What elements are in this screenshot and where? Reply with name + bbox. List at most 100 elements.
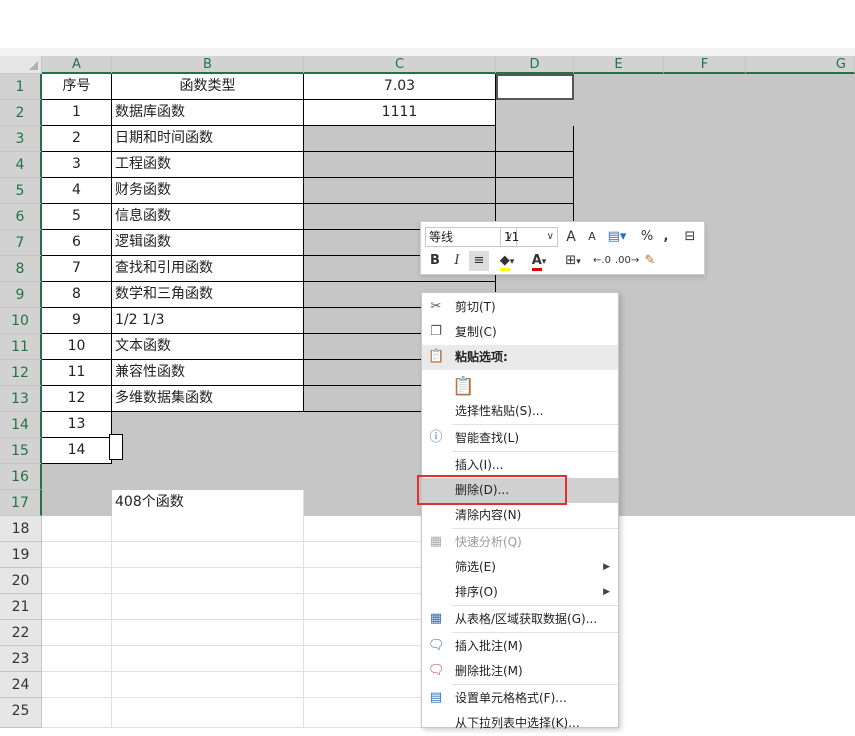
column-header-c[interactable]: C	[304, 56, 496, 74]
bold-button[interactable]: B	[427, 251, 443, 271]
cell[interactable]	[42, 672, 112, 698]
row-header[interactable]: 15	[0, 438, 42, 464]
row-header[interactable]: 8	[0, 256, 42, 282]
cell[interactable]	[42, 594, 112, 620]
percent-style-button[interactable]: %	[639, 227, 655, 247]
row-header[interactable]: 19	[0, 542, 42, 568]
menu-item-paste-special[interactable]: 选择性粘贴(S)...	[422, 399, 618, 424]
row-header[interactable]: 25	[0, 698, 42, 728]
row-header[interactable]: 14	[0, 412, 42, 438]
cell-a1[interactable]: 序号	[42, 74, 112, 100]
cell[interactable]	[112, 698, 304, 728]
cell-b4[interactable]: 工程函数	[112, 152, 304, 178]
cell-a12[interactable]: 11	[42, 360, 112, 386]
cell[interactable]	[112, 620, 304, 646]
select-all-corner[interactable]	[0, 56, 42, 74]
column-header-g[interactable]: G	[746, 56, 855, 74]
menu-item-format-cells[interactable]: ▤ 设置单元格格式(F)...	[422, 686, 618, 711]
cell-a3[interactable]: 2	[42, 126, 112, 152]
menu-item-pick-from-dropdown[interactable]: 从下拉列表中选择(K)...	[422, 711, 618, 730]
cell[interactable]	[112, 672, 304, 698]
column-header-a[interactable]: A	[42, 56, 112, 74]
row-header[interactable]: 12	[0, 360, 42, 386]
cell[interactable]	[112, 568, 304, 594]
active-cell-d1[interactable]	[496, 74, 574, 100]
cell[interactable]	[42, 568, 112, 594]
row-header[interactable]: 11	[0, 334, 42, 360]
cell-a2[interactable]: 1	[42, 100, 112, 126]
menu-item-copy[interactable]: ❐ 复制(C)	[422, 320, 618, 345]
menu-item-filter[interactable]: 筛选(E) ▶	[422, 555, 618, 580]
cell-a6[interactable]: 5	[42, 204, 112, 230]
merge-center-button[interactable]: ⊟	[681, 227, 699, 247]
menu-item-get-data-from-table[interactable]: ▦ 从表格/区域获取数据(G)...	[422, 607, 618, 632]
row-header[interactable]: 2	[0, 100, 42, 126]
menu-item-paste-default[interactable]: 📋	[422, 371, 618, 401]
cell[interactable]	[304, 126, 496, 152]
menu-item-cut[interactable]: ✂ 剪切(T)	[422, 295, 618, 320]
row-header[interactable]: 1	[0, 74, 42, 100]
comma-style-button[interactable]: ,	[659, 227, 673, 247]
cell-a15[interactable]: 14	[42, 438, 112, 464]
row-header[interactable]: 4	[0, 152, 42, 178]
cell[interactable]	[42, 542, 112, 568]
fill-color-button[interactable]: ◆▾	[493, 251, 521, 271]
column-header-b[interactable]: B	[112, 56, 304, 74]
cell[interactable]	[42, 698, 112, 728]
column-header-f[interactable]: F	[664, 56, 746, 74]
cell-a10[interactable]: 9	[42, 308, 112, 334]
cell-editor-box[interactable]	[109, 434, 123, 460]
font-size-dropdown[interactable]: 11 ∨	[500, 227, 558, 247]
cell-b11[interactable]: 文本函数	[112, 334, 304, 360]
row-header[interactable]: 10	[0, 308, 42, 334]
row-header[interactable]: 22	[0, 620, 42, 646]
cell-c2[interactable]: 1111	[304, 100, 496, 126]
cell[interactable]	[112, 646, 304, 672]
cell-b1[interactable]: 函数类型	[112, 74, 304, 100]
row-header[interactable]: 17	[0, 490, 42, 516]
cell[interactable]	[496, 126, 574, 152]
cell-a8[interactable]: 7	[42, 256, 112, 282]
row-header[interactable]: 16	[0, 464, 42, 490]
cell[interactable]	[42, 620, 112, 646]
cell-b13[interactable]: 多维数据集函数	[112, 386, 304, 412]
align-center-button[interactable]: ≡	[469, 251, 489, 271]
menu-item-insert-comment[interactable]: 🗨 插入批注(M)	[422, 634, 618, 659]
cell[interactable]	[42, 516, 112, 542]
cell-a4[interactable]: 3	[42, 152, 112, 178]
cell[interactable]	[496, 152, 574, 178]
accounting-format-button[interactable]: ▤▾	[605, 227, 629, 247]
row-header[interactable]: 18	[0, 516, 42, 542]
decrease-decimal-button[interactable]: .00→	[615, 251, 639, 271]
row-header[interactable]: 6	[0, 204, 42, 230]
cell[interactable]	[496, 178, 574, 204]
borders-button[interactable]: ⊞▾	[559, 251, 587, 271]
cell[interactable]	[42, 646, 112, 672]
cell-a13[interactable]: 12	[42, 386, 112, 412]
font-color-button[interactable]: A▾	[525, 251, 553, 271]
formula-bar[interactable]	[0, 18, 855, 49]
cell-a9[interactable]: 8	[42, 282, 112, 308]
cell-b9[interactable]: 数学和三角函数	[112, 282, 304, 308]
cell-a11[interactable]: 10	[42, 334, 112, 360]
column-header-d[interactable]: D	[496, 56, 574, 74]
row-header[interactable]: 5	[0, 178, 42, 204]
cell-c1[interactable]: 7.03	[304, 74, 496, 100]
row-header[interactable]: 23	[0, 646, 42, 672]
cell-a14[interactable]: 13	[42, 412, 112, 438]
cell-b3[interactable]: 日期和时间函数	[112, 126, 304, 152]
menu-item-sort[interactable]: 排序(O) ▶	[422, 580, 618, 605]
increase-decimal-button[interactable]: ←.0	[591, 251, 613, 271]
column-header-e[interactable]: E	[574, 56, 664, 74]
cell[interactable]	[304, 152, 496, 178]
cell-a7[interactable]: 6	[42, 230, 112, 256]
menu-item-smart-lookup[interactable]: ⓘ 智能查找(L)	[422, 426, 618, 451]
cell[interactable]	[112, 542, 304, 568]
cell[interactable]	[304, 178, 496, 204]
format-painter-button[interactable]: ✎	[641, 251, 659, 271]
decrease-font-size-button[interactable]: A	[583, 227, 601, 247]
increase-font-size-button[interactable]: A	[562, 227, 580, 247]
menu-item-clear-contents[interactable]: 清除内容(N)	[422, 503, 618, 528]
row-header[interactable]: 24	[0, 672, 42, 698]
cell-b8[interactable]: 查找和引用函数	[112, 256, 304, 282]
